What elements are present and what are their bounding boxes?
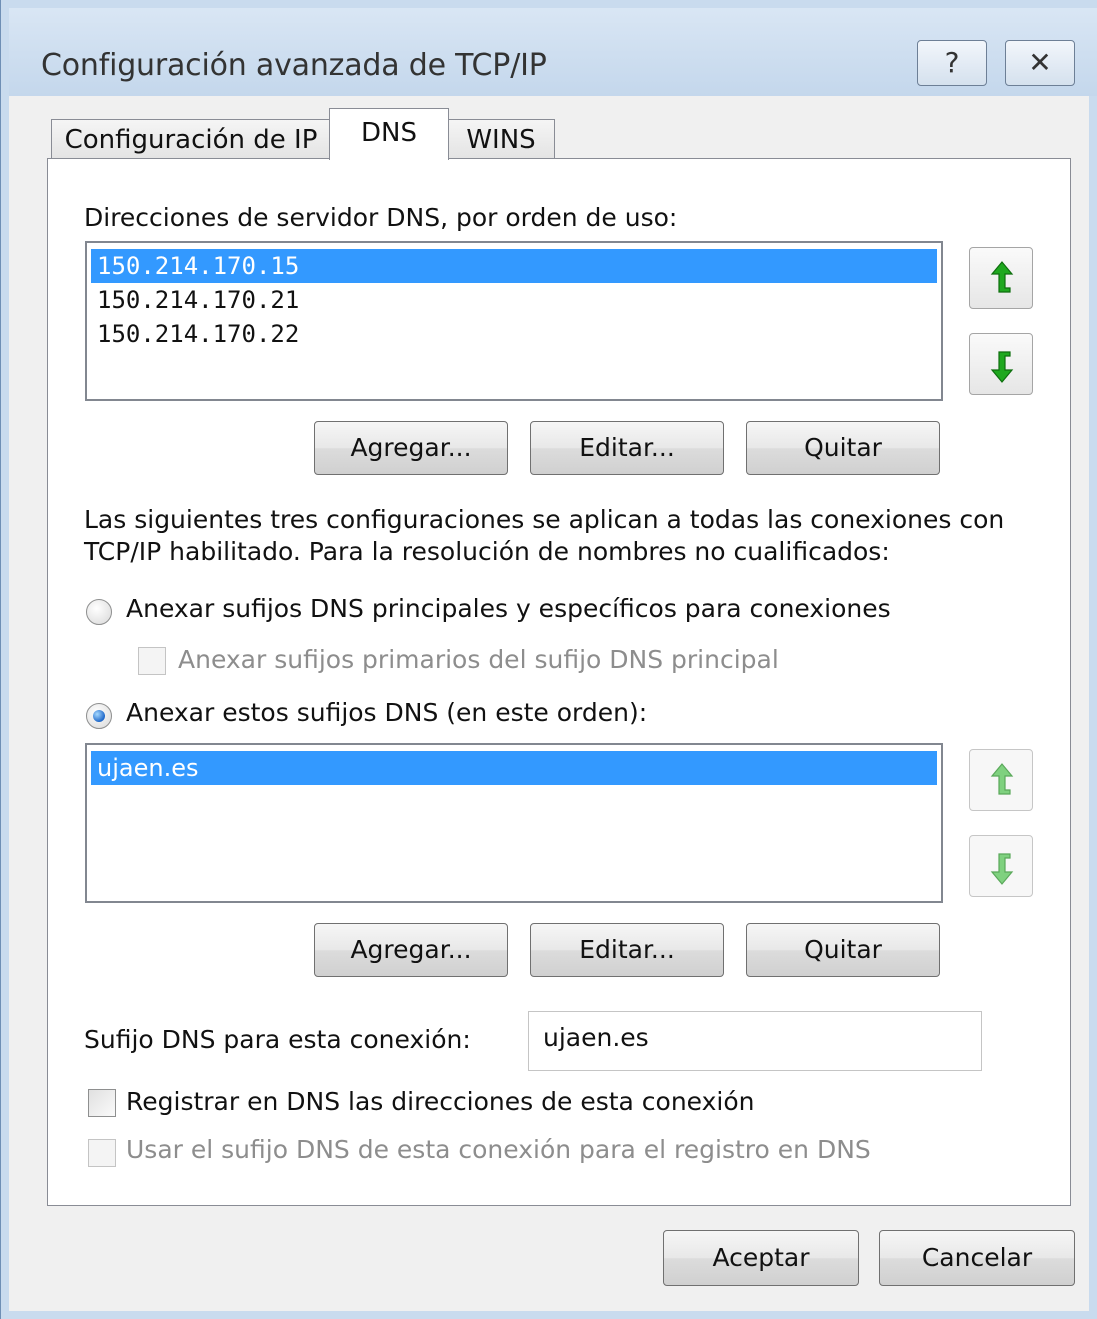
list-item[interactable]: ujaen.es [91, 751, 937, 785]
use-suffix-registration-label: Usar el sufijo DNS de esta conexión para… [126, 1135, 871, 1164]
dns-servers-label: Direcciones de servidor DNS, por orden d… [84, 203, 678, 232]
suffix-add-button[interactable]: Agregar... [314, 923, 508, 977]
window-title: Configuración avanzada de TCP/IP [41, 48, 547, 83]
title-bar[interactable]: Configuración avanzada de TCP/IP ? ✕ [9, 8, 1097, 96]
dns-move-down-button[interactable] [969, 333, 1033, 395]
connection-suffix-input[interactable]: ujaen.es [528, 1011, 982, 1071]
help-icon: ? [944, 46, 960, 79]
list-item[interactable]: 150.214.170.22 [91, 317, 937, 351]
register-addresses-checkbox[interactable] [88, 1089, 116, 1117]
append-these-suffixes-label[interactable]: Anexar estos sufijos DNS (en este orden)… [126, 698, 647, 727]
arrow-down-icon [990, 853, 1014, 885]
dns-remove-button[interactable]: Quitar [746, 421, 940, 475]
append-these-suffixes-radio[interactable] [86, 703, 112, 729]
arrow-up-icon [990, 763, 1014, 795]
register-addresses-label[interactable]: Registrar en DNS las direcciones de esta… [126, 1087, 755, 1116]
dns-servers-list[interactable]: 150.214.170.15 150.214.170.21 150.214.17… [85, 241, 943, 401]
suffix-edit-button[interactable]: Editar... [530, 923, 724, 977]
tab-configuracion-ip[interactable]: Configuración de IP [51, 119, 331, 160]
ok-button[interactable]: Aceptar [663, 1230, 859, 1286]
dns-add-button[interactable]: Agregar... [314, 421, 508, 475]
connection-suffix-label: Sufijo DNS para esta conexión: [84, 1025, 471, 1054]
close-icon: ✕ [1028, 46, 1052, 79]
dialog-client: Configuración de IP DNS WINS Direcciones… [9, 96, 1089, 1311]
suffix-remove-button[interactable]: Quitar [746, 923, 940, 977]
resolution-description-line2: TCP/IP habilitado. Para la resolución de… [84, 537, 890, 566]
arrow-down-icon [990, 351, 1014, 383]
radio-selected-dot [93, 710, 105, 722]
help-button[interactable]: ? [917, 40, 987, 86]
arrow-up-icon [990, 261, 1014, 293]
tab-wins[interactable]: WINS [447, 119, 555, 160]
append-primary-radio[interactable] [86, 599, 112, 625]
dns-tab-panel: Direcciones de servidor DNS, por orden d… [47, 158, 1071, 1206]
suffix-move-down-button[interactable] [969, 835, 1033, 897]
list-item[interactable]: 150.214.170.15 [91, 249, 937, 283]
append-parent-suffixes-checkbox[interactable] [138, 647, 166, 675]
dns-move-up-button[interactable] [969, 247, 1033, 309]
dns-suffixes-list[interactable]: ujaen.es [85, 743, 943, 903]
suffix-move-up-button[interactable] [969, 749, 1033, 811]
dns-edit-button[interactable]: Editar... [530, 421, 724, 475]
append-parent-suffixes-label: Anexar sufijos primarios del sufijo DNS … [178, 645, 779, 674]
resolution-description-line1: Las siguientes tres configuraciones se a… [84, 505, 1005, 534]
cancel-button[interactable]: Cancelar [879, 1230, 1075, 1286]
tab-dns[interactable]: DNS [329, 108, 449, 160]
dialog-window: Configuración avanzada de TCP/IP ? ✕ Con… [0, 0, 1097, 1319]
use-suffix-registration-checkbox[interactable] [88, 1139, 116, 1167]
close-button[interactable]: ✕ [1005, 40, 1075, 86]
append-primary-label[interactable]: Anexar sufijos DNS principales y específ… [126, 594, 891, 623]
list-item[interactable]: 150.214.170.21 [91, 283, 937, 317]
